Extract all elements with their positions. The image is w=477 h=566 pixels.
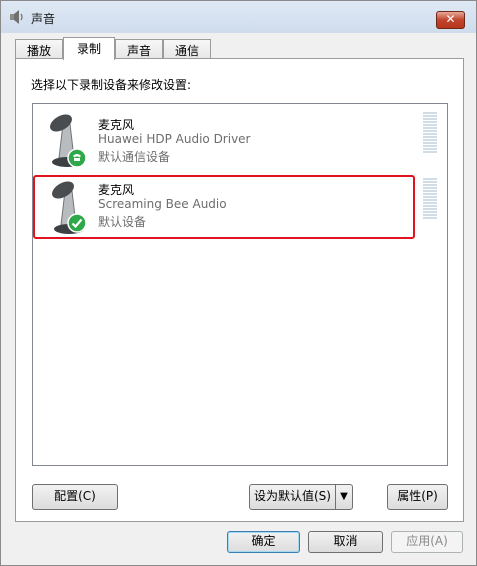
- title-bar[interactable]: 声音 ✕: [1, 1, 476, 33]
- sound-dialog: 声音 ✕ 播放 录制 声音 通信 选择以下录制设备来修改设置: 麦克风 Huaw…: [0, 0, 477, 566]
- close-button[interactable]: ✕: [436, 11, 465, 29]
- cancel-button[interactable]: 取消: [308, 531, 383, 553]
- window-title: 声音: [31, 12, 56, 26]
- configure-button[interactable]: 配置(C): [32, 484, 118, 510]
- level-meter: [423, 112, 437, 154]
- instruction-label: 选择以下录制设备来修改设置:: [31, 78, 192, 92]
- level-meter: [423, 178, 437, 220]
- set-default-button[interactable]: 设为默认值(S) ▼: [249, 484, 353, 510]
- check-badge-icon: [67, 213, 87, 233]
- tab-communications[interactable]: 通信: [163, 39, 211, 59]
- close-icon: ✕: [445, 12, 456, 26]
- device-name: 麦克风: [98, 118, 135, 132]
- tab-playback[interactable]: 播放: [15, 39, 63, 59]
- device-item-huawei-mic[interactable]: 麦克风 Huawei HDP Audio Driver 默认通信设备: [33, 110, 447, 174]
- device-driver: Screaming Bee Audio: [98, 197, 227, 211]
- phone-badge-icon: [67, 148, 87, 168]
- device-list[interactable]: 麦克风 Huawei HDP Audio Driver 默认通信设备 麦克风 S…: [32, 103, 448, 466]
- properties-button[interactable]: 属性(P): [387, 484, 448, 510]
- speaker-icon: [10, 10, 23, 24]
- device-status: 默认设备: [98, 215, 147, 229]
- tab-sounds[interactable]: 声音: [115, 39, 163, 59]
- device-status: 默认通信设备: [98, 150, 171, 164]
- device-item-screaming-bee-mic[interactable]: 麦克风 Screaming Bee Audio 默认设备: [33, 175, 415, 239]
- ok-button[interactable]: 确定: [227, 531, 300, 553]
- chevron-down-icon: ▼: [340, 491, 348, 502]
- set-default-dropdown-arrow[interactable]: ▼: [335, 485, 352, 509]
- device-driver: Huawei HDP Audio Driver: [98, 132, 251, 146]
- recording-panel: 选择以下录制设备来修改设置: 麦克风 Huawei HDP Audio Driv…: [15, 58, 464, 522]
- device-name: 麦克风: [98, 183, 135, 197]
- tab-recording[interactable]: 录制: [63, 37, 115, 60]
- apply-button[interactable]: 应用(A): [391, 531, 463, 553]
